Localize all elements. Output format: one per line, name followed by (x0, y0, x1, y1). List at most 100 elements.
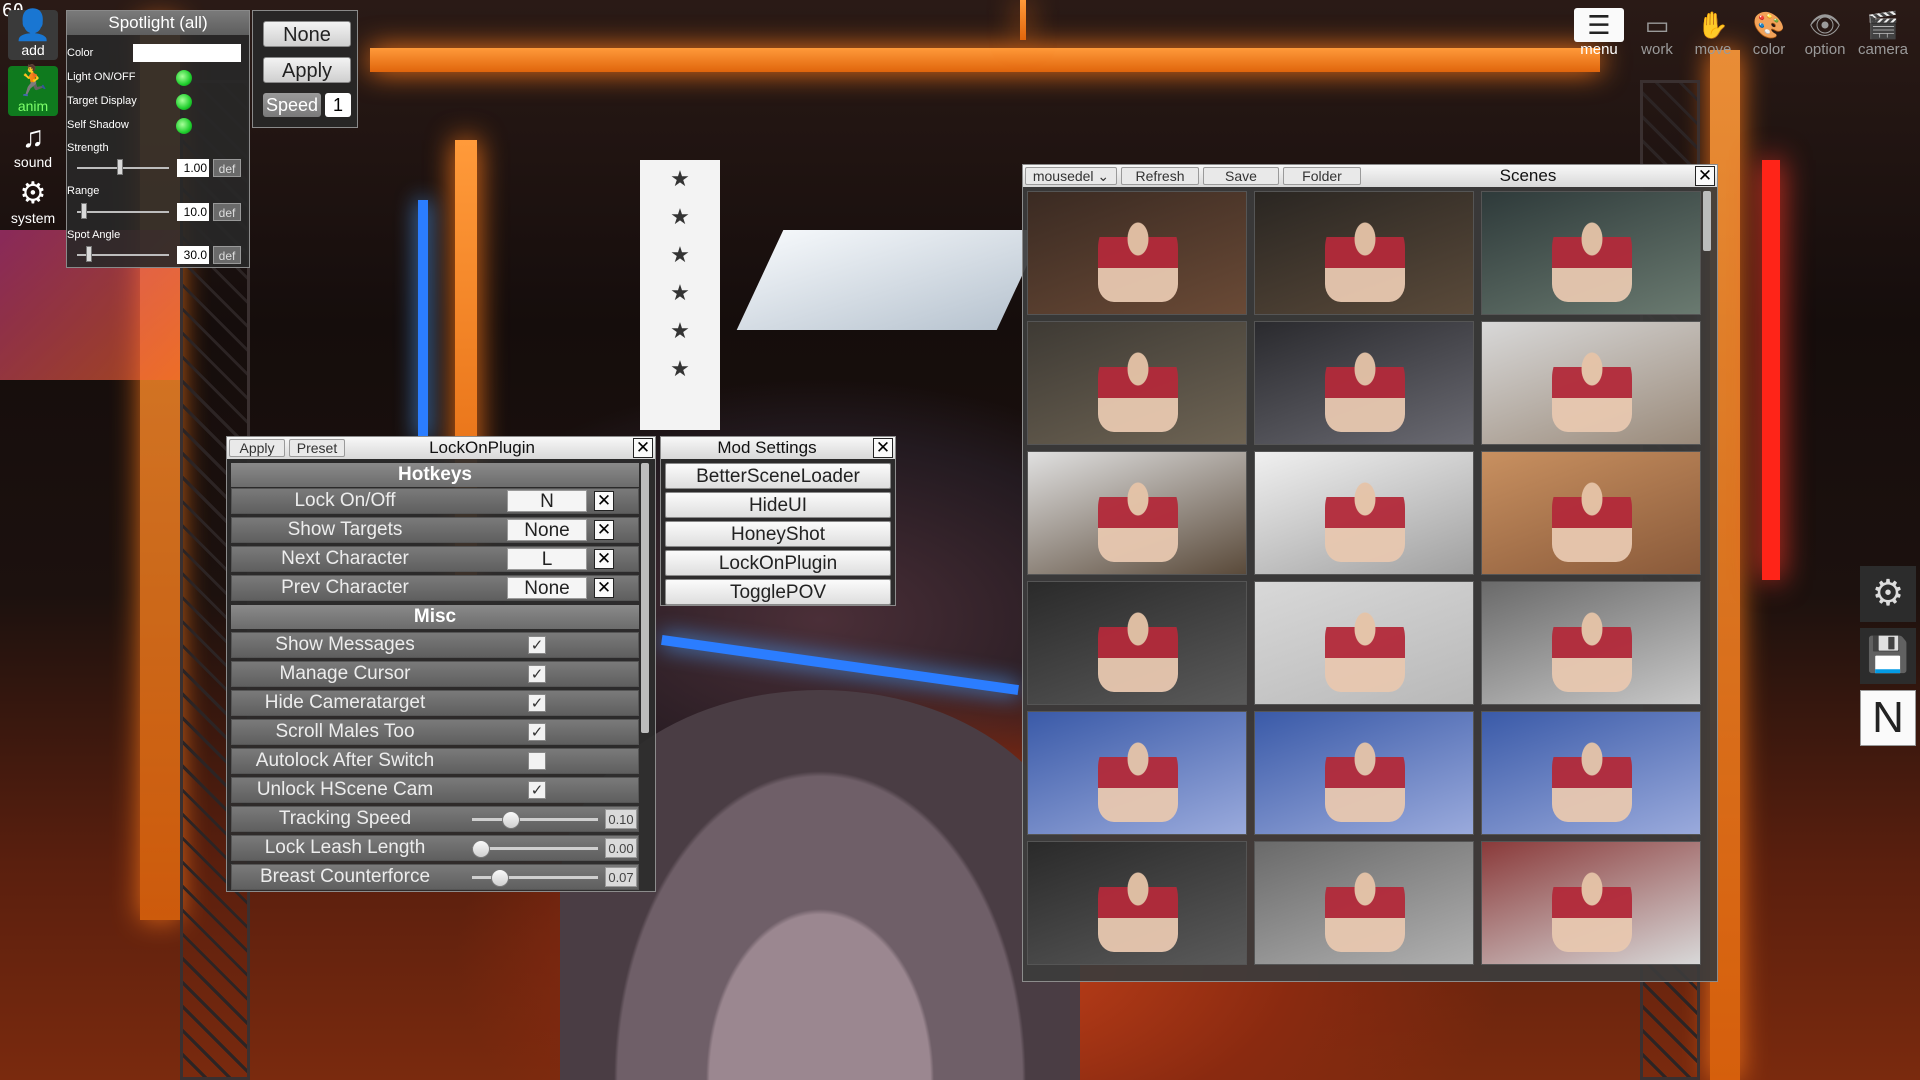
color-label: Color (67, 47, 94, 59)
unlock-hscene-cam-checkbox[interactable]: ✓ (528, 781, 546, 799)
hotkey-prev-character-input[interactable]: None (507, 577, 587, 599)
none-button[interactable]: None (263, 21, 351, 47)
scene-thumbnail[interactable] (1027, 711, 1247, 835)
range-def-button[interactable]: def (213, 203, 241, 221)
mod-item-honeyshot[interactable]: HoneyShot (665, 521, 891, 547)
self-shadow-toggle[interactable] (176, 118, 192, 134)
clear-hotkey-icon[interactable]: ✕ (594, 520, 614, 540)
color-swatch[interactable] (133, 44, 241, 62)
sound-tool-button[interactable]: ♫ sound (8, 122, 58, 172)
hotkey-lock-on-off-input[interactable]: N (507, 490, 587, 512)
scene-thumbnail[interactable] (1481, 191, 1701, 315)
strength-value[interactable]: 1.00 (177, 159, 209, 177)
scenes-titlebar[interactable]: mousedel ⌄ Refresh Save Folder Scenes ✕ (1023, 165, 1717, 187)
lock-leash-length-slider[interactable] (472, 847, 598, 850)
clear-hotkey-icon[interactable]: ✕ (594, 549, 614, 569)
scenes-scrollbar[interactable] (1703, 191, 1711, 251)
anim-tool-button[interactable]: 🏃 anim (8, 66, 58, 116)
scene-thumbnail[interactable] (1254, 841, 1474, 965)
menu-tool-button[interactable]: ☰ menu (1574, 8, 1624, 58)
clear-hotkey-icon[interactable]: ✕ (594, 491, 614, 511)
scene-thumbnail[interactable] (1254, 191, 1474, 315)
scene-thumbnail[interactable] (1027, 841, 1247, 965)
lockon-apply-button[interactable]: Apply (229, 439, 285, 457)
tracking-speed-value[interactable]: 0.10 (605, 809, 637, 829)
scene-thumbnail[interactable] (1027, 191, 1247, 315)
scene-thumbnail[interactable] (1254, 711, 1474, 835)
scene-thumbnail[interactable] (1027, 321, 1247, 445)
toggle-row[interactable]: Autolock After Switch (231, 748, 639, 774)
tracking-speed-slider-knob[interactable] (501, 811, 520, 829)
scene-character-figure (1098, 732, 1178, 822)
light-toggle[interactable] (176, 70, 192, 86)
range-slider-knob[interactable] (81, 203, 88, 219)
lock-leash-length-value[interactable]: 0.00 (605, 838, 637, 858)
strength-slider[interactable] (77, 167, 169, 169)
save-disk-icon[interactable]: 💾 (1860, 628, 1916, 684)
breast-counterforce-value[interactable]: 0.07 (605, 867, 637, 887)
toggle-row[interactable]: Scroll Males Too ✓ (231, 719, 639, 745)
spot-angle-def-button[interactable]: def (213, 246, 241, 264)
apply-button[interactable]: Apply (263, 57, 351, 83)
add-tool-button[interactable]: 👤 add (8, 10, 58, 60)
show-messages-checkbox[interactable]: ✓ (528, 636, 546, 654)
spot-angle-slider-knob[interactable] (85, 246, 92, 262)
work-tool-button[interactable]: ▭ work (1632, 8, 1682, 58)
tracking-speed-slider[interactable] (472, 818, 598, 821)
toggle-row[interactable]: Manage Cursor ✓ (231, 661, 639, 687)
scenes-close-icon[interactable]: ✕ (1695, 166, 1715, 186)
spot-angle-value[interactable]: 30.0 (177, 246, 209, 264)
mod-item-togglepov[interactable]: TogglePOV (665, 579, 891, 605)
scene-thumbnail[interactable] (1481, 841, 1701, 965)
autolock-after-switch-checkbox[interactable] (528, 752, 546, 770)
hotkey-next-character-input[interactable]: L (507, 548, 587, 570)
scene-thumbnail[interactable] (1481, 321, 1701, 445)
hotkey-show-targets-input[interactable]: None (507, 519, 587, 541)
option-tool-button[interactable]: 👁 option (1800, 8, 1850, 58)
toggle-row[interactable]: Hide Cameratarget ✓ (231, 690, 639, 716)
scene-thumbnail[interactable] (1481, 581, 1701, 705)
scene-thumbnail[interactable] (1254, 451, 1474, 575)
mod-settings-titlebar[interactable]: Mod Settings ✕ (661, 437, 895, 459)
manage-cursor-checkbox[interactable]: ✓ (528, 665, 546, 683)
scenes-folder-dropdown[interactable]: mousedel ⌄ (1025, 167, 1117, 185)
scene-thumbnail[interactable] (1254, 581, 1474, 705)
camera-tool-button[interactable]: 🎬 camera (1858, 8, 1908, 58)
breast-counterforce-slider-knob[interactable] (490, 869, 509, 887)
lockon-titlebar[interactable]: Apply Preset LockOnPlugin ✕ (227, 437, 655, 459)
lock-leash-length-slider-knob[interactable] (472, 840, 490, 858)
save-button[interactable]: Save (1203, 167, 1279, 185)
scene-thumbnail[interactable] (1254, 321, 1474, 445)
target-display-toggle[interactable] (176, 94, 192, 110)
mod-item-lockonplugin[interactable]: LockOnPlugin (665, 550, 891, 576)
hide-cameratarget-checkbox[interactable]: ✓ (528, 694, 546, 712)
lockon-scrollbar[interactable] (641, 463, 649, 733)
speed-input[interactable]: 1 (325, 93, 351, 117)
hotkey-label: Lock On/Off (294, 490, 396, 511)
settings-gears-icon[interactable]: ⚙ (1860, 566, 1916, 622)
scene-thumbnail[interactable] (1027, 451, 1247, 575)
move-tool-button[interactable]: ✋ move (1688, 8, 1738, 58)
toggle-row[interactable]: Unlock HScene Cam ✓ (231, 777, 639, 803)
scroll-males-too-checkbox[interactable]: ✓ (528, 723, 546, 741)
color-tool-button[interactable]: 🎨 color (1744, 8, 1794, 58)
scene-thumbnail[interactable] (1481, 451, 1701, 575)
system-tool-button[interactable]: ⚙ system (8, 178, 58, 228)
scene-thumbnail[interactable] (1481, 711, 1701, 835)
range-value[interactable]: 10.0 (177, 203, 209, 221)
lockon-close-icon[interactable]: ✕ (633, 438, 653, 458)
strength-def-button[interactable]: def (213, 159, 241, 177)
clear-hotkey-icon[interactable]: ✕ (594, 578, 614, 598)
scene-thumbnail[interactable] (1027, 581, 1247, 705)
mod-settings-window: Mod Settings ✕ BetterSceneLoader HideUI … (660, 436, 896, 606)
range-slider[interactable] (77, 211, 169, 213)
mod-item-bettersceneloader[interactable]: BetterSceneLoader (665, 463, 891, 489)
refresh-button[interactable]: Refresh (1121, 167, 1199, 185)
folder-button[interactable]: Folder (1283, 167, 1361, 185)
n-letter-icon[interactable]: N (1860, 690, 1916, 746)
lockon-preset-button[interactable]: Preset (289, 439, 345, 457)
mod-settings-close-icon[interactable]: ✕ (873, 438, 893, 458)
strength-slider-knob[interactable] (116, 159, 123, 175)
toggle-row[interactable]: Show Messages ✓ (231, 632, 639, 658)
mod-item-hideui[interactable]: HideUI (665, 492, 891, 518)
